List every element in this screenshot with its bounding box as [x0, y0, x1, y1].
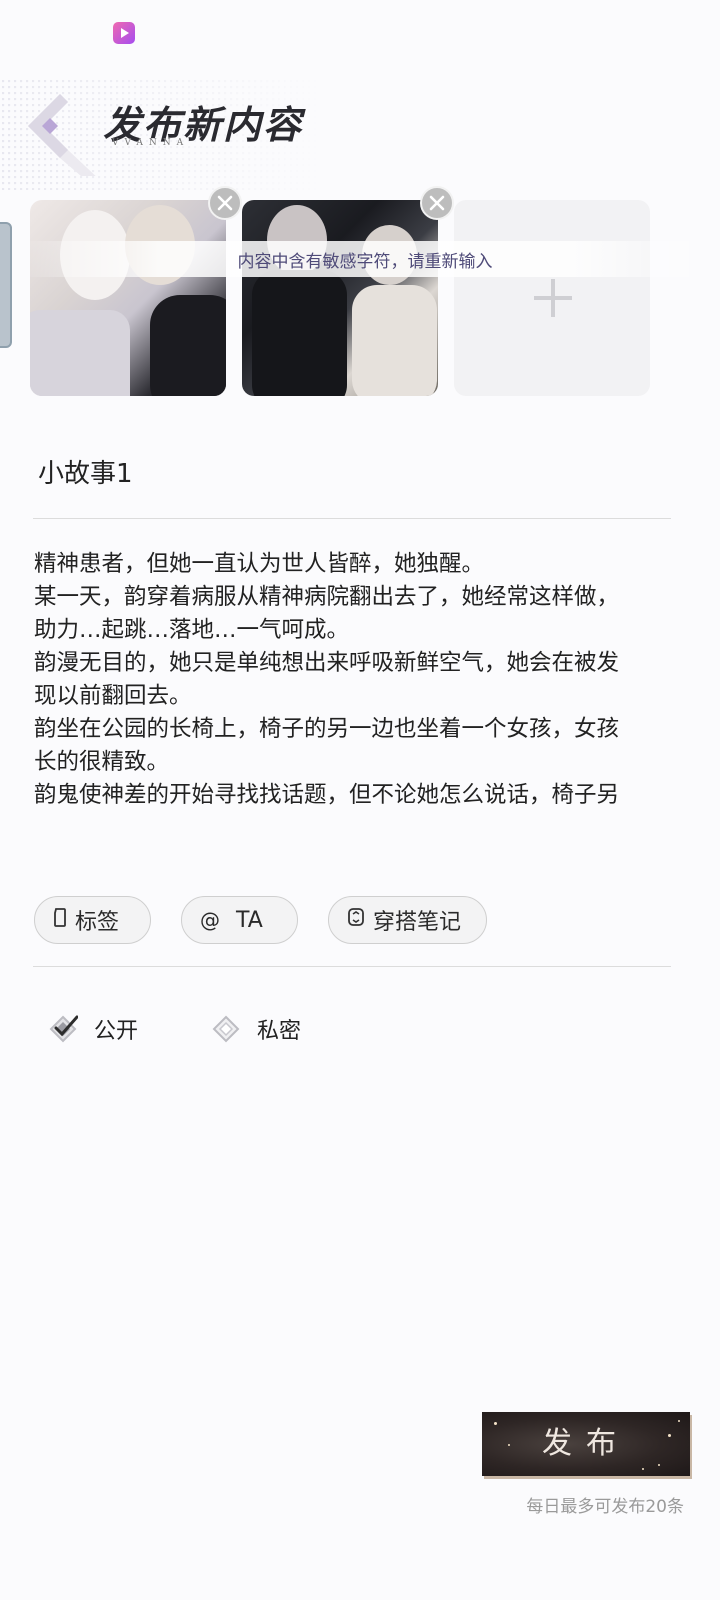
remove-image-button[interactable] [208, 186, 242, 220]
toast-message: 内容中含有敏感字符，请重新输入 [237, 251, 493, 272]
post-body-textarea[interactable]: 精神患者，但她一直认为世人皆醉，她独醒。 某一天，韵穿着病服从精神病院翻出去了，… [34, 548, 674, 818]
status-bar [0, 0, 720, 64]
publish-button[interactable]: 发布 [482, 1412, 690, 1476]
visibility-private-option[interactable]: 私密 [211, 1010, 301, 1048]
body-line: 助力…起跳…落地…一气呵成。 [34, 617, 350, 643]
add-image-button[interactable] [454, 200, 650, 396]
outfit-note-chip-button[interactable]: 穿搭笔记 [328, 896, 487, 944]
remove-image-button[interactable] [420, 186, 454, 220]
outfit-note-icon [347, 907, 365, 933]
body-line: 长的很精致。 [34, 749, 170, 775]
visibility-private-label: 私密 [257, 1019, 302, 1044]
at-icon: @ [200, 908, 220, 932]
page-subtitle: VVANNA [112, 138, 190, 148]
tag-chip-label: 标签 [75, 910, 120, 935]
visibility-public-option[interactable]: 公开 [48, 1010, 138, 1048]
image-list [30, 186, 670, 396]
checked-diamond-icon [49, 1015, 78, 1043]
post-title-input[interactable]: 小故事1 [38, 452, 668, 496]
page-header: 发布新内容 VVANNA [0, 80, 720, 194]
body-line: 精神患者，但她一直认为世人皆醉，她独醒。 [34, 551, 485, 577]
unchecked-diamond-icon [212, 1015, 240, 1043]
image-thumbnail[interactable] [242, 200, 438, 396]
outfit-note-chip-label: 穿搭笔记 [373, 910, 462, 935]
back-button[interactable] [24, 86, 104, 194]
close-icon [217, 195, 233, 211]
side-drawer-handle[interactable] [0, 222, 12, 348]
body-line: 现以前翻回去。 [34, 683, 192, 709]
body-line: 某一天，韵穿着病服从精神病院翻出去了，她经常这样做， [34, 584, 620, 610]
mention-chip-button[interactable]: @ TA [181, 896, 298, 944]
body-line: 韵坐在公园的长椅上，椅子的另一边也坐着一个女孩，女孩 [34, 716, 620, 742]
close-icon [429, 195, 445, 211]
visibility-public-label: 公开 [94, 1019, 139, 1044]
tag-chip-button[interactable]: 标签 [34, 896, 151, 944]
back-arrow-icon [28, 94, 102, 194]
error-toast: 内容中含有敏感字符，请重新输入 [20, 241, 710, 277]
mention-chip-label: TA [236, 907, 263, 933]
divider [33, 518, 671, 519]
publish-limit-note: 每日最多可发布20条 [526, 1497, 684, 1517]
body-line: 韵漫无目的，她只是单纯想出来呼吸新鲜空气，她会在被发 [34, 650, 620, 676]
publish-button-label: 发布 [542, 1426, 630, 1461]
video-app-icon [113, 22, 135, 44]
tag-icon [53, 907, 67, 933]
body-line: 韵鬼使神差的开始寻找找话题，但不论她怎么说话，椅子另 [34, 782, 620, 808]
divider [33, 966, 671, 967]
image-thumbnail[interactable] [30, 200, 226, 396]
